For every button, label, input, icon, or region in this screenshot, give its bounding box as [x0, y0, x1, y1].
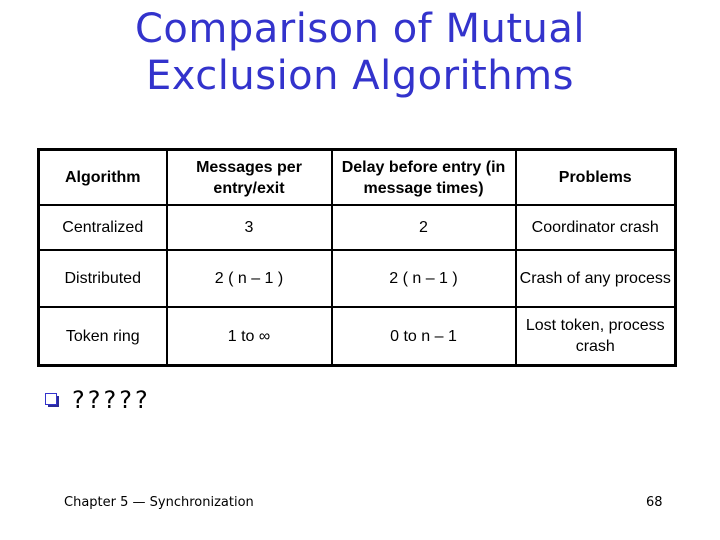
bullet-text: ?????	[72, 386, 151, 414]
page-number: 68	[646, 495, 663, 510]
header-delay: Delay before entry (in message times)	[330, 148, 517, 206]
cell-problems: Crash of any process	[514, 249, 677, 308]
cell-delay: 2 ( n – 1 )	[330, 249, 517, 308]
cell-problems: Lost token, process crash	[514, 306, 677, 367]
cell-problems: Coordinator crash	[514, 204, 677, 251]
checkbox-square-icon	[45, 393, 59, 407]
cell-messages: 1 to ∞	[165, 306, 333, 367]
table-row: Token ring 1 to ∞ 0 to n – 1 Lost token,…	[37, 306, 677, 367]
slide-title-line-1: Comparison of Mutual	[135, 6, 585, 52]
cell-delay: 2	[330, 204, 517, 251]
cell-messages: 2 ( n – 1 )	[165, 249, 333, 308]
header-problems: Problems	[514, 148, 677, 206]
table-header-row: Algorithm Messages per entry/exit Delay …	[37, 148, 677, 206]
cell-delay: 0 to n – 1	[330, 306, 517, 367]
header-algorithm: Algorithm	[37, 148, 168, 206]
cell-messages: 3	[165, 204, 333, 251]
footer-chapter: Chapter 5 — Synchronization	[64, 495, 254, 510]
slide-title: Comparison of Mutual Exclusion Algorithm…	[0, 6, 720, 100]
table-row: Centralized 3 2 Coordinator crash	[37, 204, 677, 251]
header-messages: Messages per entry/exit	[165, 148, 333, 206]
cell-algorithm: Centralized	[37, 204, 168, 251]
table-row: Distributed 2 ( n – 1 ) 2 ( n – 1 ) Cras…	[37, 249, 677, 308]
cell-algorithm: Token ring	[37, 306, 168, 367]
comparison-table: Algorithm Messages per entry/exit Delay …	[37, 148, 677, 367]
slide-title-line-2: Exclusion Algorithms	[146, 53, 574, 99]
cell-algorithm: Distributed	[37, 249, 168, 308]
